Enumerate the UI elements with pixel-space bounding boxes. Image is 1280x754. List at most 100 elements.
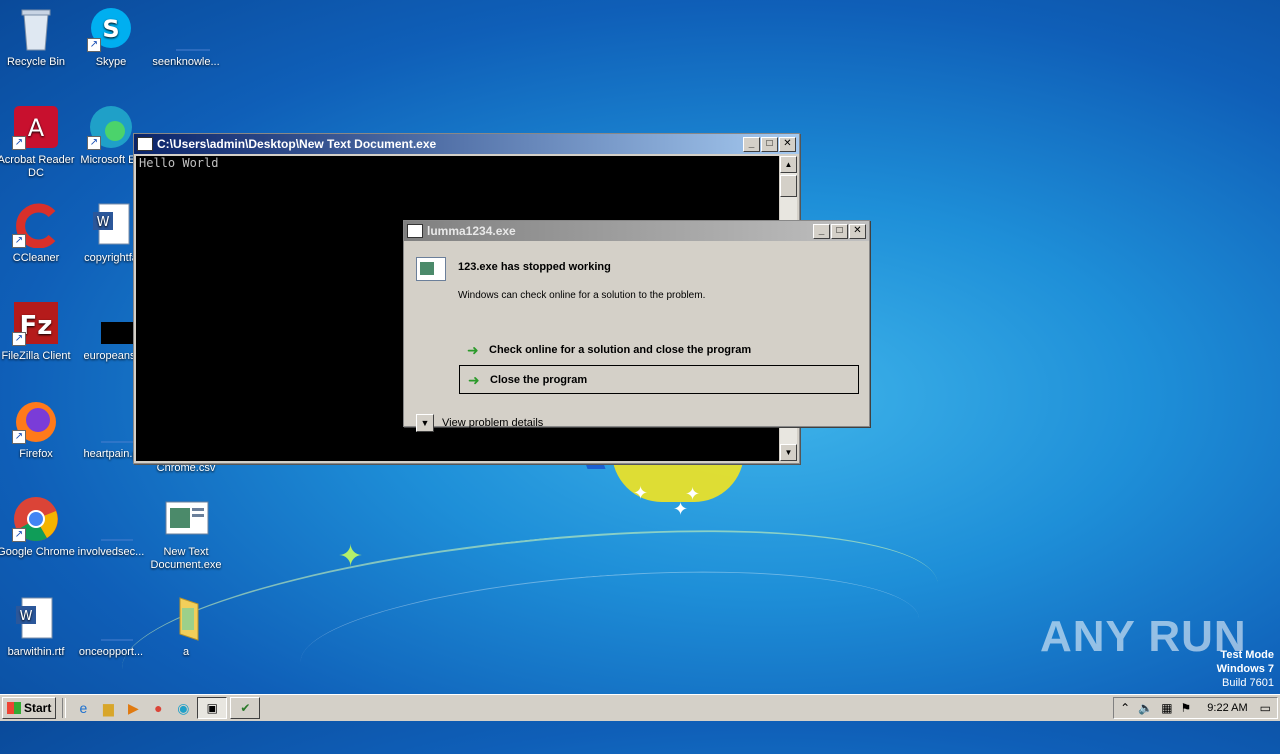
scroll-up-arrow-icon[interactable]: ▲ — [780, 156, 797, 173]
chevron-down-icon[interactable]: ▼ — [416, 414, 434, 432]
file-icon — [87, 496, 135, 542]
word-document-icon: W — [87, 202, 135, 248]
view-details-toggle[interactable]: ▼ View problem details — [416, 414, 543, 432]
desktop-icon-label: Recycle Bin — [6, 56, 66, 68]
sparkle-icon: ✦ — [338, 540, 364, 573]
svg-text:A: A — [28, 114, 45, 142]
option-label: Close the program — [490, 373, 588, 386]
test-mode-line: Test Mode — [1220, 649, 1274, 661]
edge-icon: ↗ — [87, 104, 135, 150]
dialog-app-icon: ✔ — [240, 701, 251, 715]
desktop-icon-folder-a[interactable]: a — [147, 596, 225, 659]
console-app-icon: ▣ — [206, 701, 219, 715]
skype-icon: S ↗ — [87, 6, 135, 52]
desktop-icon-label: barwithin.rtf — [7, 646, 65, 658]
green-arrow-icon: ➜ — [467, 341, 479, 358]
desktop-icon-acrobat[interactable]: A ↗ Acrobat Reader DC — [0, 104, 75, 180]
chrome-icon[interactable]: ● — [147, 698, 169, 718]
shortcut-arrow-icon: ↗ — [12, 528, 26, 542]
taskbar: Start e ▆ ▶ ● ◉ ▣ ✔ ⌃ 🔈 ▦ ⚑ 9:22 AM ▭ — [0, 694, 1280, 721]
dialog-subtext: Windows can check online for a solution … — [458, 290, 706, 301]
shortcut-arrow-icon: ↗ — [12, 430, 26, 444]
start-label: Start — [24, 701, 52, 715]
check-online-option[interactable]: ➜ Check online for a solution and close … — [459, 336, 857, 363]
close-program-option[interactable]: ➜ Close the program — [459, 365, 859, 394]
ccleaner-icon: ↗ — [12, 202, 60, 249]
minimize-button[interactable]: _ — [813, 223, 830, 239]
dialog-title: lumma1234.exe — [427, 224, 516, 238]
shortcut-arrow-icon: ↗ — [12, 136, 26, 150]
close-button[interactable]: ✕ — [779, 136, 796, 152]
minimize-button[interactable]: _ — [743, 136, 760, 152]
application-icon — [162, 496, 210, 542]
desktop-icon-involvedsec[interactable]: involvedsec... — [72, 496, 150, 559]
media-player-icon[interactable]: ▶ — [122, 698, 144, 718]
windows-version-line: Windows 7 — [1216, 663, 1274, 675]
taskbar-lumma-button[interactable]: ✔ — [230, 697, 261, 719]
network-icon[interactable]: ▦ — [1161, 701, 1172, 715]
desktop-icon-firefox[interactable]: ↗ Firefox — [0, 398, 75, 461]
action-center-flag-icon[interactable]: ⚑ — [1181, 701, 1192, 715]
desktop-icon-barwithin[interactable]: W barwithin.rtf — [0, 596, 75, 659]
explorer-folder-icon[interactable]: ▆ — [97, 698, 119, 718]
console-icon — [137, 137, 153, 151]
desktop-icon-label: Firefox — [19, 448, 53, 460]
volume-icon[interactable]: 🔈 — [1138, 701, 1153, 715]
maximize-button[interactable]: □ — [761, 136, 778, 152]
shortcut-arrow-icon: ↗ — [87, 38, 101, 52]
console-titlebar[interactable]: C:\Users\admin\Desktop\New Text Document… — [134, 134, 799, 154]
start-button[interactable]: Start — [2, 697, 57, 719]
desktop-icon-label: involvedsec... — [77, 546, 145, 558]
error-dialog[interactable]: lumma1234.exe _ □ ✕ 123.exe has stopped … — [403, 220, 870, 432]
svg-text:S: S — [102, 15, 119, 43]
sparkle-icon: ✦ — [633, 483, 649, 503]
maximize-button[interactable]: □ — [831, 223, 848, 239]
svg-text:W: W — [97, 215, 110, 230]
desktop-icon-label: a — [182, 646, 190, 658]
taskbar-console-button[interactable]: ▣ — [197, 697, 228, 719]
desktop-icon-new-text-document[interactable]: New Text Document.exe — [147, 496, 225, 572]
windows-logo-icon — [7, 702, 21, 714]
file-icon — [162, 6, 210, 52]
dialog-heading: 123.exe has stopped working — [458, 261, 611, 273]
internet-explorer-icon[interactable]: e — [72, 698, 94, 718]
file-icon — [87, 398, 135, 444]
word-document-icon: W — [12, 596, 60, 642]
show-hidden-icons-chevron-icon[interactable]: ⌃ — [1120, 701, 1130, 715]
close-button[interactable]: ✕ — [849, 223, 866, 239]
recycle-bin-icon — [12, 6, 60, 52]
file-icon — [87, 300, 135, 346]
dialog-titlebar[interactable]: lumma1234.exe _ □ ✕ — [404, 221, 869, 241]
build-line: Build 7601 — [1222, 677, 1274, 689]
chrome-icon: ↗ — [12, 496, 60, 542]
edge-icon[interactable]: ◉ — [172, 698, 194, 718]
system-tray: ⌃ 🔈 ▦ ⚑ 9:22 AM ▭ — [1113, 697, 1278, 719]
desktop-icon-onceopport[interactable]: onceopport... — [72, 596, 150, 659]
show-desktop-icon[interactable]: ▭ — [1260, 701, 1271, 715]
green-arrow-icon: ➜ — [468, 371, 480, 388]
acrobat-icon: A ↗ — [12, 104, 60, 150]
desktop-icon-chrome[interactable]: ↗ Google Chrome — [0, 496, 75, 559]
console-title: C:\Users\admin\Desktop\New Text Document… — [157, 137, 437, 151]
details-label: View problem details — [442, 417, 544, 429]
scroll-thumb[interactable] — [780, 175, 797, 197]
desktop-icon-label: Google Chrome — [0, 546, 75, 558]
firefox-icon: ↗ — [12, 398, 60, 444]
sparkle-icon: ✦ — [673, 499, 689, 519]
desktop-icon-label: Acrobat Reader DC — [0, 154, 75, 179]
desktop-icon-label: Skype — [95, 56, 127, 68]
desktop-icon-recycle-bin[interactable]: Recycle Bin — [0, 6, 75, 69]
scroll-down-arrow-icon[interactable]: ▼ — [780, 444, 797, 461]
option-label: Check online for a solution and close th… — [489, 343, 752, 356]
clock[interactable]: 9:22 AM — [1207, 702, 1247, 714]
desktop-icon-ccleaner[interactable]: ↗ CCleaner — [0, 202, 75, 265]
folder-icon — [162, 596, 210, 642]
desktop-icon-filezilla[interactable]: Fz ↗ FileZilla Client — [0, 300, 75, 363]
desktop-icon-seenknowle[interactable]: seenknowle... — [147, 6, 225, 69]
desktop-icon-label: seenknowle... — [152, 56, 220, 68]
shortcut-arrow-icon: ↗ — [12, 234, 26, 248]
desktop-icon-label: New Text Document.exe — [150, 546, 222, 571]
desktop-icon-skype[interactable]: S ↗ Skype — [72, 6, 150, 69]
taskbar-separator — [62, 698, 67, 718]
program-icon — [416, 257, 446, 281]
